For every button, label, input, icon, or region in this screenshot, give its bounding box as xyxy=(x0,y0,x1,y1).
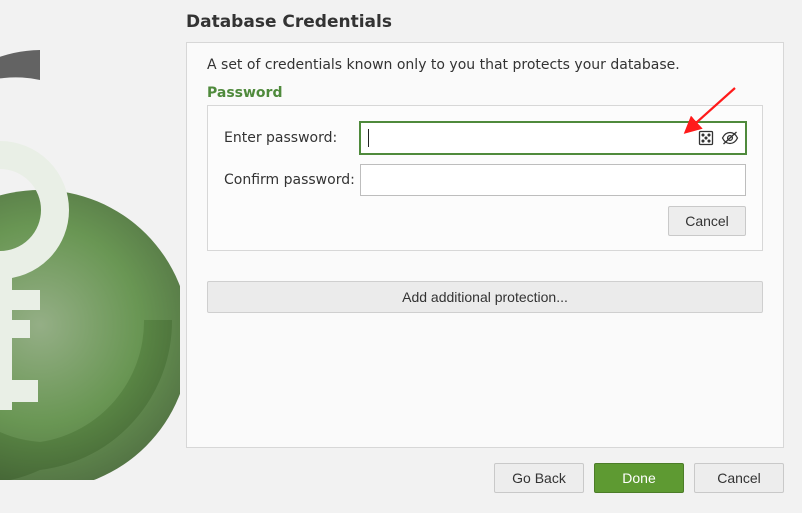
dialog-footer: Go Back Done Cancel xyxy=(494,463,784,493)
description-text: A set of credentials known only to you t… xyxy=(207,57,763,73)
key-illustration xyxy=(0,40,175,480)
add-additional-protection-button[interactable]: Add additional protection... xyxy=(207,281,763,313)
password-fieldset: Enter password: xyxy=(207,105,763,251)
cancel-button[interactable]: Cancel xyxy=(694,463,784,493)
go-back-button[interactable]: Go Back xyxy=(494,463,584,493)
generate-password-icon[interactable] xyxy=(696,128,716,148)
credentials-card: A set of credentials known only to you t… xyxy=(186,42,784,448)
confirm-password-input[interactable] xyxy=(360,164,746,196)
password-cancel-button[interactable]: Cancel xyxy=(668,206,746,236)
confirm-password-label: Confirm password: xyxy=(224,172,360,188)
password-section-heading: Password xyxy=(207,85,763,101)
enter-password-label: Enter password: xyxy=(224,130,360,146)
visibility-off-icon[interactable] xyxy=(720,128,740,148)
done-button[interactable]: Done xyxy=(594,463,684,493)
text-cursor xyxy=(368,129,369,147)
page-title: Database Credentials xyxy=(186,12,784,32)
enter-password-input[interactable] xyxy=(360,122,746,154)
